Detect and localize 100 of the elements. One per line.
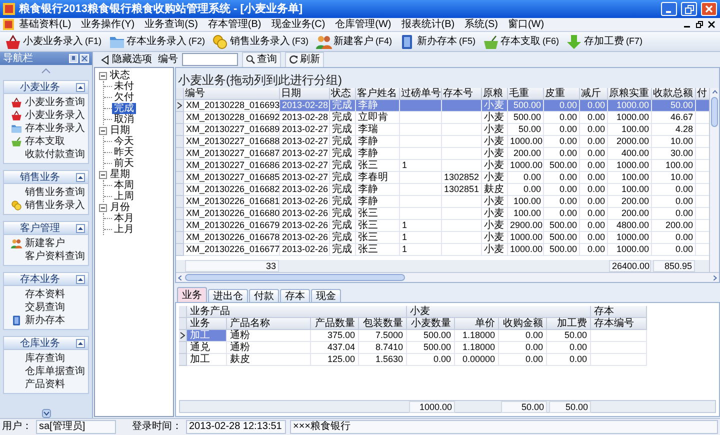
close-button[interactable] (705, 21, 717, 28)
column-header[interactable]: 产品数量 (311, 318, 359, 330)
tree-item[interactable]: 上周 (112, 191, 136, 202)
collapse-icon[interactable] (99, 126, 107, 134)
hide-options-button[interactable]: 隐藏选项 (99, 52, 154, 66)
collapse-icon[interactable] (99, 204, 107, 212)
nav-group-header[interactable]: 存本业务 (4, 273, 88, 286)
nav-group-header[interactable]: 仓库业务 (4, 337, 88, 350)
column-header[interactable]: 单价 (455, 318, 499, 330)
tree-item[interactable]: 前天 (112, 158, 136, 169)
column-header[interactable]: 加工费 (547, 318, 591, 330)
pin-icon[interactable] (69, 54, 78, 63)
search-button[interactable]: 查询 (242, 52, 281, 68)
scroll-thumb[interactable] (711, 97, 718, 127)
close-icon[interactable] (80, 54, 89, 63)
tab[interactable]: 进出仓 (208, 289, 248, 302)
column-header[interactable]: 存本号 (442, 88, 482, 100)
tree-item[interactable]: 今天 (112, 136, 136, 147)
collapse-icon[interactable] (99, 170, 107, 178)
nav-item[interactable]: 客户资料查询 (4, 250, 88, 263)
nav-group-header[interactable]: 小麦业务 (4, 81, 88, 94)
row-header[interactable] (176, 100, 184, 112)
tab[interactable]: 存本 (280, 289, 310, 302)
scroll-up-icon[interactable] (710, 88, 718, 96)
tree-item[interactable]: 上月 (112, 224, 136, 235)
collapse-icon[interactable] (99, 72, 107, 80)
tree-item[interactable]: 欠付 (112, 92, 136, 103)
menu-item[interactable]: 仓库管理(W) (330, 18, 396, 32)
row-header[interactable] (179, 330, 187, 342)
tab[interactable]: 付款 (249, 289, 279, 302)
menu-item[interactable]: 业务操作(Y) (76, 18, 140, 32)
toolbar-button[interactable]: 存加工费 (F7) (563, 32, 646, 51)
toolbar-button[interactable]: 存本支取 (F6) (480, 32, 562, 51)
column-header[interactable]: 日期 (280, 88, 330, 100)
nav-item[interactable]: 小麦业务查询 (4, 96, 88, 109)
nav-item[interactable]: 收款付款查询 (4, 148, 88, 161)
maximize-button[interactable] (681, 2, 697, 16)
vertical-scrollbar[interactable] (709, 88, 719, 272)
toolbar-button[interactable]: 存本业务录入 (F2) (106, 32, 208, 51)
tree-item[interactable]: 月份 (109, 202, 131, 213)
nav-item[interactable]: 库存查询 (4, 352, 88, 365)
nav-item[interactable]: 存本业务录入 (4, 122, 88, 135)
column-header[interactable]: 原粮 (482, 88, 508, 100)
menu-item[interactable]: 业务查询(S) (140, 18, 203, 32)
nav-item[interactable]: 产品资料 (4, 378, 88, 391)
column-header[interactable]: 减斤 (580, 88, 608, 100)
restore-button[interactable] (693, 21, 705, 28)
menu-item[interactable]: 现金业务(C) (266, 18, 330, 32)
nav-item[interactable]: 销售业务查询 (4, 186, 88, 199)
column-header[interactable]: 产品名称 (227, 318, 311, 330)
nav-item[interactable]: 销售业务录入 (4, 199, 88, 212)
tree-item[interactable]: 完成 (112, 103, 136, 114)
toolbar-button[interactable]: 小麦业务录入 (F1) (2, 32, 104, 51)
menu-item[interactable]: 存本管理(B) (202, 18, 266, 32)
refresh-button[interactable]: 刷新 (285, 52, 324, 68)
menu-item[interactable]: 系统(S) (460, 18, 503, 32)
nav-item[interactable]: 交易查询 (4, 301, 88, 314)
tree-item[interactable]: 昨天 (112, 147, 136, 158)
column-header[interactable]: 付 (696, 88, 709, 100)
nav-item[interactable]: 存本支取 (4, 135, 88, 148)
column-header[interactable]: 包装数量 (359, 318, 407, 330)
column-header[interactable]: 编号 (184, 88, 280, 100)
tree-item[interactable]: 状态 (109, 70, 131, 81)
tree-item[interactable]: 日期 (109, 125, 131, 136)
toolbar-button[interactable]: 新建客户 (F4) (312, 32, 395, 51)
collapse-icon[interactable] (76, 172, 85, 182)
collapse-icon[interactable] (76, 274, 85, 284)
column-header[interactable]: 皮重 (544, 88, 580, 100)
nav-item[interactable]: 存本资料 (4, 288, 88, 301)
nav-item[interactable]: 小麦业务录入 (4, 109, 88, 122)
nav-item[interactable]: 新办存本 (4, 314, 88, 327)
nav-group-header[interactable]: 客户管理 (4, 222, 88, 235)
scroll-thumb[interactable] (185, 274, 405, 281)
input-field[interactable] (182, 53, 238, 66)
collapse-icon[interactable] (76, 82, 85, 92)
menu-item[interactable]: 报表统计(B) (396, 18, 460, 32)
column-header[interactable]: 小麦数量 (407, 318, 455, 330)
tab[interactable]: 业务 (177, 287, 207, 302)
column-header[interactable]: 存本编号 (591, 318, 647, 330)
tree-item[interactable]: 星期 (109, 169, 131, 180)
collapse-icon[interactable] (76, 224, 85, 232)
tree-item[interactable]: 本周 (112, 180, 136, 191)
column-header[interactable]: 状态 (330, 88, 356, 100)
tab[interactable]: 现金 (311, 289, 341, 302)
scroll-down-icon[interactable] (42, 408, 50, 418)
toolbar-button[interactable]: 新办存本 (F5) (396, 32, 478, 51)
toolbar-button[interactable]: 销售业务录入 (F3) (209, 32, 312, 51)
nav-group-header[interactable]: 销售业务 (4, 171, 88, 184)
column-header[interactable]: 收购金额 (499, 318, 547, 330)
menu-item[interactable]: 基础资料(L) (14, 18, 76, 32)
nav-item[interactable]: 新建客户 (4, 237, 88, 250)
column-header[interactable]: 业务 (187, 318, 227, 330)
tree-item[interactable]: 本月 (112, 213, 136, 224)
menu-item[interactable]: 窗口(W) (502, 18, 550, 32)
tree-item[interactable]: 未付 (112, 81, 136, 92)
horizontal-scrollbar[interactable] (176, 272, 719, 282)
scroll-right-icon[interactable] (711, 274, 719, 282)
tree-item[interactable]: 取消 (112, 114, 136, 125)
collapse-icon[interactable] (76, 338, 85, 348)
nav-item[interactable]: 仓库单据查询 (4, 365, 88, 378)
